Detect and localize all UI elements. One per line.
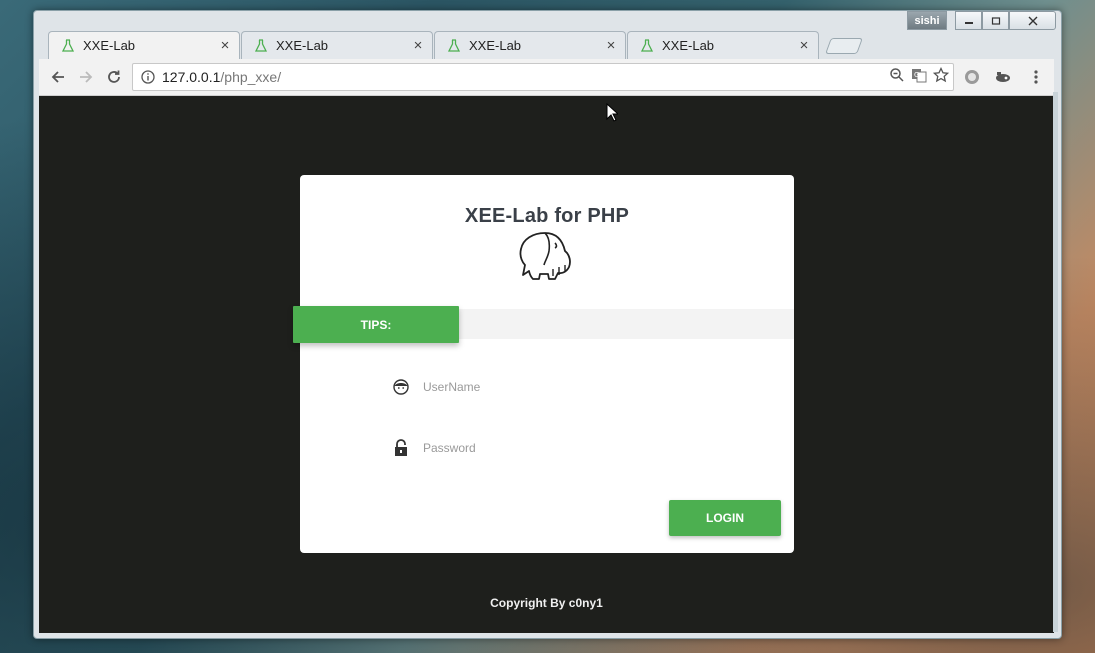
zoom-out-icon[interactable] — [889, 67, 905, 86]
tips-badge[interactable]: TIPS: — [293, 306, 459, 343]
page-title: XEE-Lab for PHP — [464, 205, 630, 227]
reload-icon — [108, 70, 120, 83]
restore-icon — [991, 16, 1000, 25]
tab-1[interactable]: XXE-Lab × — [48, 31, 240, 59]
user-face-icon — [392, 378, 410, 396]
flask-icon — [640, 38, 654, 53]
window-edge — [1053, 92, 1058, 632]
minimize-button[interactable] — [955, 11, 982, 30]
login-button[interactable]: LOGIN — [669, 500, 781, 536]
tab-title: XXE-Lab — [83, 38, 136, 53]
browser-window: XXE-Lab × XXE-Lab × XXE-Lab × XXE-Lab × — [33, 10, 1062, 639]
tab-4[interactable]: XXE-Lab × — [627, 31, 819, 59]
tab-2[interactable]: XXE-Lab × — [241, 31, 433, 59]
window-controls: sishi — [907, 11, 1056, 30]
new-tab-button[interactable] — [825, 38, 863, 54]
star-icon[interactable] — [932, 66, 950, 86]
page-content: XEE-Lab for PHP TIPS: UserName LOGIN Cop… — [39, 96, 1054, 633]
arrow-right-icon — [80, 71, 93, 83]
url-host: 127.0.0.1 — [162, 69, 221, 85]
flask-icon — [61, 38, 75, 53]
login-card: XEE-Lab for PHP TIPS: UserName LOGIN — [293, 175, 794, 553]
forward-button[interactable] — [76, 67, 96, 87]
elephant-icon — [515, 229, 579, 283]
tab-title: XXE-Lab — [469, 38, 522, 53]
url-path: /php_xxe/ — [220, 69, 282, 85]
tab-3[interactable]: XXE-Lab × — [434, 31, 626, 59]
back-button[interactable] — [48, 67, 68, 87]
username-field — [392, 372, 692, 402]
tab-close-button[interactable]: × — [605, 38, 617, 53]
arrow-left-icon — [51, 71, 64, 83]
lock-icon — [392, 439, 410, 457]
mouse-cursor-icon — [606, 102, 620, 127]
tab-title: XXE-Lab — [662, 38, 715, 53]
password-field — [392, 433, 692, 463]
extension-record-icon[interactable] — [962, 67, 982, 87]
maximize-button[interactable] — [982, 11, 1009, 30]
browser-toolbar: 127.0.0.1/php_xxe/ G — [39, 59, 1054, 96]
reload-button[interactable] — [104, 67, 124, 87]
info-icon[interactable] — [141, 70, 155, 84]
password-input[interactable] — [423, 441, 683, 455]
close-window-button[interactable] — [1009, 11, 1056, 30]
tab-title: XXE-Lab — [276, 38, 329, 53]
address-bar[interactable]: 127.0.0.1/php_xxe/ G — [132, 63, 954, 91]
tab-close-button[interactable]: × — [798, 38, 810, 53]
profile-badge[interactable]: sishi — [907, 11, 947, 30]
title-bar: XXE-Lab × XXE-Lab × XXE-Lab × XXE-Lab × — [34, 11, 1061, 59]
tab-close-button[interactable]: × — [412, 38, 424, 53]
tab-close-button[interactable]: × — [219, 38, 231, 53]
username-input[interactable] — [423, 380, 683, 394]
menu-kebab-icon[interactable] — [1026, 67, 1046, 87]
translate-icon[interactable]: G — [911, 67, 927, 86]
minimize-icon — [964, 21, 973, 24]
extension-cow-icon[interactable] — [993, 67, 1013, 87]
svg-text:G: G — [914, 71, 919, 79]
close-icon — [1028, 16, 1037, 25]
copyright-footer: Copyright By c0ny1 — [490, 596, 603, 610]
flask-icon — [447, 38, 461, 53]
flask-icon — [254, 38, 268, 53]
